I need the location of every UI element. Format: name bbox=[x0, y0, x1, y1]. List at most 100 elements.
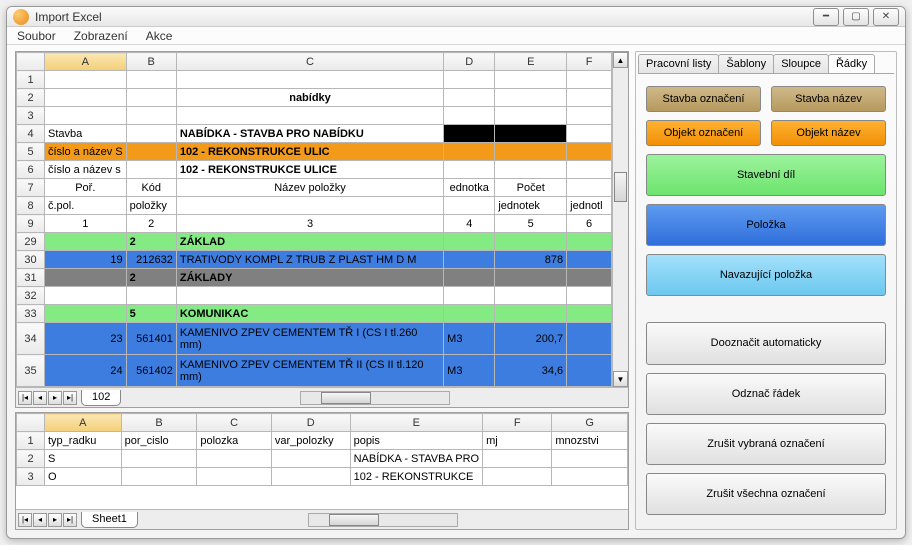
cell[interactable] bbox=[495, 287, 567, 305]
col-header-D[interactable]: D bbox=[271, 414, 350, 432]
cell[interactable]: var_polozky bbox=[271, 432, 350, 450]
close-button[interactable]: ✕ bbox=[873, 8, 899, 26]
cell[interactable]: Počet bbox=[495, 179, 567, 197]
vertical-scrollbar[interactable]: ▲ ▼ bbox=[612, 52, 628, 387]
cell[interactable] bbox=[176, 287, 443, 305]
cell[interactable]: popis bbox=[350, 432, 483, 450]
cell[interactable]: Poř. bbox=[45, 179, 127, 197]
cell[interactable] bbox=[495, 161, 567, 179]
cell[interactable]: 102 - REKONSTRUKCE ULICE bbox=[176, 161, 443, 179]
zrusit-vsechna-button[interactable]: Zrušit všechna označení bbox=[646, 473, 886, 515]
cell[interactable]: 2 bbox=[126, 269, 176, 287]
cell[interactable]: 2 bbox=[126, 215, 176, 233]
scroll-up-button[interactable]: ▲ bbox=[613, 52, 628, 68]
cell[interactable] bbox=[126, 287, 176, 305]
cell[interactable] bbox=[567, 233, 612, 251]
col-header-C[interactable]: C bbox=[197, 414, 272, 432]
cell[interactable] bbox=[567, 107, 612, 125]
row-header[interactable]: 8 bbox=[17, 197, 45, 215]
tab-sloupce[interactable]: Sloupce bbox=[773, 54, 829, 73]
cell[interactable] bbox=[483, 450, 552, 468]
cell[interactable] bbox=[567, 179, 612, 197]
cell[interactable]: mj bbox=[483, 432, 552, 450]
col-header-B[interactable]: B bbox=[121, 414, 197, 432]
cell[interactable]: Kód bbox=[126, 179, 176, 197]
cell[interactable] bbox=[45, 233, 127, 251]
cell[interactable] bbox=[567, 125, 612, 143]
cell[interactable]: 23 bbox=[45, 323, 127, 355]
cell[interactable] bbox=[126, 143, 176, 161]
cell[interactable] bbox=[567, 89, 612, 107]
cell[interactable]: Stavba bbox=[45, 125, 127, 143]
cell[interactable]: KAMENIVO ZPEV CEMENTEM TŘ I (CS I tl.260… bbox=[176, 323, 443, 355]
stavba-oznaceni-button[interactable]: Stavba označení bbox=[646, 86, 761, 112]
cell[interactable]: 1 bbox=[45, 215, 127, 233]
cell[interactable]: NABÍDKA - STAVBA PRO bbox=[350, 450, 483, 468]
cell[interactable] bbox=[176, 197, 443, 215]
cell[interactable] bbox=[444, 251, 495, 269]
sheet-nav-last[interactable]: ▸| bbox=[63, 391, 77, 405]
objekt-oznaceni-button[interactable]: Objekt označení bbox=[646, 120, 761, 146]
tab-radky[interactable]: Řádky bbox=[828, 54, 875, 73]
row-header[interactable]: 35 bbox=[17, 355, 45, 387]
cell[interactable]: KOMUNIKAC bbox=[176, 305, 443, 323]
bottom-sheet-tab[interactable]: Sheet1 bbox=[81, 512, 138, 528]
cell[interactable]: 561401 bbox=[126, 323, 176, 355]
cell[interactable]: 2 bbox=[126, 233, 176, 251]
menu-soubor[interactable]: Soubor bbox=[17, 29, 56, 43]
cell[interactable]: ZÁKLADY bbox=[176, 269, 443, 287]
row-header[interactable]: 7 bbox=[17, 179, 45, 197]
row-header[interactable]: 32 bbox=[17, 287, 45, 305]
scroll-down-button[interactable]: ▼ bbox=[613, 371, 628, 387]
cell[interactable]: 561402 bbox=[126, 355, 176, 387]
cell[interactable] bbox=[444, 89, 495, 107]
maximize-button[interactable]: ▢ bbox=[843, 8, 869, 26]
top-grid[interactable]: ABCDEF12nabídky34StavbaNABÍDKA - STAVBA … bbox=[16, 52, 612, 387]
cell[interactable]: 6 bbox=[567, 215, 612, 233]
row-header[interactable]: 1 bbox=[17, 432, 45, 450]
menu-akce[interactable]: Akce bbox=[146, 29, 173, 43]
cell[interactable]: 102 - REKONSTRUKCE ULIC bbox=[176, 143, 443, 161]
col-header-G[interactable]: G bbox=[552, 414, 628, 432]
sheet-nav-first-2[interactable]: |◂ bbox=[18, 513, 32, 527]
row-header[interactable]: 2 bbox=[17, 450, 45, 468]
bottom-grid[interactable]: ABCDEFG1typ_radkupor_cislopolozkavar_pol… bbox=[16, 413, 628, 509]
cell[interactable] bbox=[45, 305, 127, 323]
cell[interactable] bbox=[45, 107, 127, 125]
col-header-A[interactable]: A bbox=[45, 53, 127, 71]
row-header[interactable]: 3 bbox=[17, 468, 45, 486]
cell[interactable]: jednotl bbox=[567, 197, 612, 215]
cell[interactable]: 5 bbox=[495, 215, 567, 233]
cell[interactable]: O bbox=[45, 468, 122, 486]
cell[interactable]: číslo a název S bbox=[45, 143, 127, 161]
stavba-nazev-button[interactable]: Stavba název bbox=[771, 86, 886, 112]
cell[interactable]: ZÁKLAD bbox=[176, 233, 443, 251]
cell[interactable] bbox=[444, 287, 495, 305]
cell[interactable]: nabídky bbox=[176, 89, 443, 107]
top-sheet-tab[interactable]: 102 bbox=[81, 390, 121, 406]
cell[interactable] bbox=[483, 468, 552, 486]
menu-zobrazeni[interactable]: Zobrazení bbox=[74, 29, 128, 43]
col-header-B[interactable]: B bbox=[126, 53, 176, 71]
cell[interactable] bbox=[444, 305, 495, 323]
cell[interactable] bbox=[126, 89, 176, 107]
cell[interactable] bbox=[121, 450, 197, 468]
row-header[interactable]: 5 bbox=[17, 143, 45, 161]
cell[interactable] bbox=[121, 468, 197, 486]
sheet-nav-last-2[interactable]: ▸| bbox=[63, 513, 77, 527]
row-header[interactable]: 4 bbox=[17, 125, 45, 143]
cell[interactable]: položky bbox=[126, 197, 176, 215]
cell[interactable] bbox=[552, 450, 628, 468]
cell[interactable]: 19 bbox=[45, 251, 127, 269]
cell[interactable] bbox=[495, 143, 567, 161]
cell[interactable] bbox=[444, 107, 495, 125]
cell[interactable] bbox=[444, 125, 495, 143]
row-header[interactable]: 31 bbox=[17, 269, 45, 287]
cell[interactable] bbox=[176, 107, 443, 125]
cell[interactable]: 200,7 bbox=[495, 323, 567, 355]
cell[interactable] bbox=[444, 233, 495, 251]
cell[interactable]: 102 - REKONSTRUKCE bbox=[350, 468, 483, 486]
cell[interactable] bbox=[495, 89, 567, 107]
cell[interactable]: 24 bbox=[45, 355, 127, 387]
cell[interactable] bbox=[45, 287, 127, 305]
